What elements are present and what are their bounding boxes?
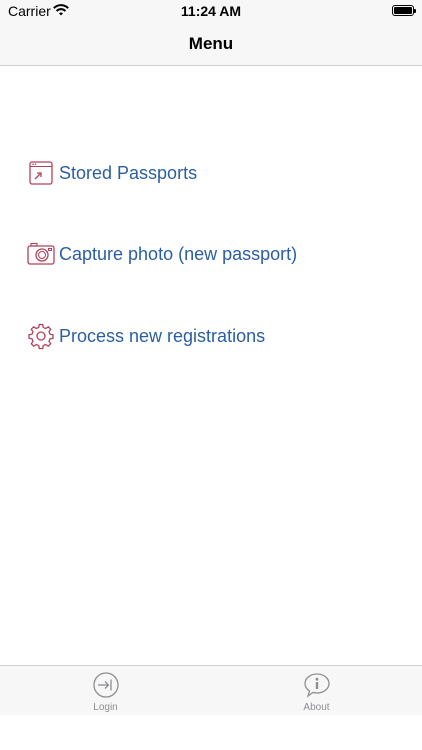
process-registrations-label: Process new registrations <box>59 325 266 346</box>
tab-about[interactable]: About <box>211 666 422 716</box>
navigation-bar: Menu <box>0 22 422 66</box>
status-time: 11:24 AM <box>180 3 242 19</box>
login-icon <box>92 671 120 704</box>
tab-login[interactable]: Login <box>0 666 211 716</box>
home-indicator-area <box>0 715 422 750</box>
stored-passports-button[interactable]: Stored Passports <box>27 158 197 188</box>
stored-passports-icon <box>27 159 55 187</box>
page-title: Menu <box>188 34 234 53</box>
battery-icon <box>392 5 416 16</box>
about-icon <box>303 671 331 704</box>
tab-login-label: Login <box>93 702 118 713</box>
process-registrations-button[interactable]: Process new registrations <box>27 321 265 351</box>
tab-bar: Login About <box>0 665 422 715</box>
capture-photo-button[interactable]: Capture photo (new passport) <box>27 239 297 269</box>
status-bar: Carrier 11:24 AM <box>0 0 422 22</box>
camera-icon <box>27 240 55 268</box>
capture-photo-label: Capture photo (new passport) <box>59 243 298 264</box>
stored-passports-label: Stored Passports <box>59 162 198 183</box>
gear-icon <box>27 322 55 350</box>
tab-about-label: About <box>303 702 330 713</box>
